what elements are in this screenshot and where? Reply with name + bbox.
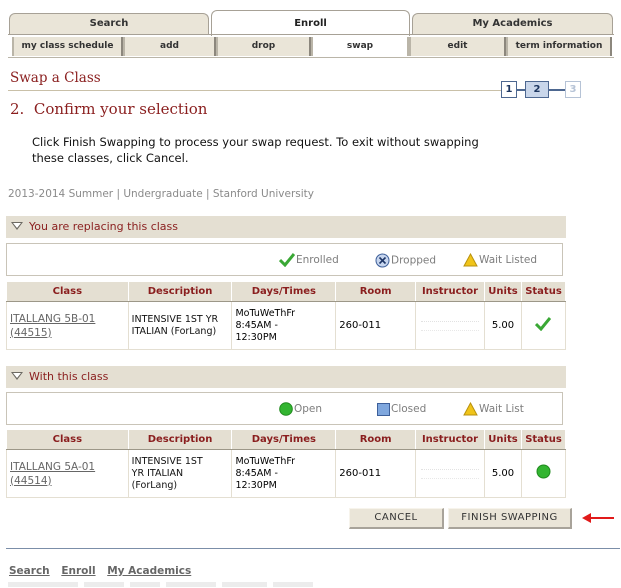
subtab-term-information[interactable]: term information — [506, 37, 612, 56]
description-cell: INTENSIVE 1ST YR ITALIAN (ForLang) — [127, 449, 233, 498]
checkmark-icon — [279, 253, 295, 267]
class-link-itallang-5a[interactable]: ITALLANG 5A-01 (44514) — [10, 461, 95, 487]
units-cell: 5.00 — [484, 449, 522, 498]
closed-square-icon — [377, 402, 390, 416]
subtab-divider — [8, 57, 614, 58]
collapse-triangle-icon[interactable] — [11, 372, 23, 380]
main-tab-bar: Search Enroll My Academics — [8, 10, 614, 36]
footer-link-search[interactable]: Search — [9, 565, 50, 577]
footer-nav: Search Enroll My Academics — [9, 565, 199, 577]
instructor-cell — [415, 449, 486, 498]
replacing-section-title: You are replacing this class — [29, 220, 178, 233]
col-header-room: Room — [335, 429, 417, 450]
wait-listed-triangle-icon — [463, 253, 478, 267]
step-title: 2. Confirm your selection — [10, 100, 208, 118]
enrolled-checkmark-icon — [535, 316, 552, 331]
subtab-my-class-schedule[interactable]: my class schedule — [12, 37, 123, 56]
step-3: 3 — [565, 81, 581, 98]
with-class-table: Class Description Days/Times Room Instru… — [6, 429, 567, 498]
table-row: ITALLANG 5B-01 (44515) INTENSIVE 1ST YR I… — [6, 301, 567, 350]
subtab-drop[interactable]: drop — [216, 37, 311, 56]
enrollment-status-legend: Enrolled Dropped Wait Listed — [6, 243, 563, 276]
class-cell: ITALLANG 5A-01 (44514) — [6, 449, 129, 498]
footer-rule — [6, 548, 620, 549]
legend-dropped: Dropped — [375, 253, 436, 269]
page-title: Swap a Class — [10, 70, 101, 86]
title-rule — [8, 90, 501, 91]
step-indicator: 1 2 3 — [501, 81, 581, 99]
red-arrow-icon — [582, 513, 614, 523]
tab-enroll[interactable]: Enroll — [211, 10, 410, 36]
tab-search[interactable]: Search — [9, 13, 209, 35]
col-header-status: Status — [520, 429, 567, 450]
col-header-units: Units — [484, 281, 522, 302]
col-header-instructor: Instructor — [415, 281, 486, 302]
step-1: 1 — [501, 81, 517, 98]
with-class-section-title: With this class — [29, 370, 109, 383]
col-header-class: Class — [6, 281, 129, 302]
instructions-text: Click Finish Swapping to process your sw… — [32, 135, 479, 165]
subtab-add[interactable]: add — [123, 37, 216, 56]
col-header-instructor: Instructor — [415, 429, 486, 450]
class-link-itallang-5b[interactable]: ITALLANG 5B-01 (44515) — [10, 313, 95, 339]
col-header-description: Description — [127, 429, 233, 450]
footer-link-my-academics[interactable]: My Academics — [107, 565, 191, 577]
open-circle-icon — [279, 402, 293, 416]
instructor-cell — [415, 301, 486, 350]
legend-open: Open — [279, 402, 322, 418]
dropped-x-icon — [375, 253, 390, 268]
footer-faded-links — [8, 582, 338, 588]
legend-enrolled: Enrolled — [279, 253, 339, 269]
table-row: ITALLANG 5A-01 (44514) INTENSIVE 1ST YR IT… — [6, 449, 567, 498]
status-cell — [520, 301, 567, 350]
col-header-units: Units — [484, 429, 522, 450]
units-cell: 5.00 — [484, 301, 522, 350]
days-times-cell: MoTuWeThFr 8:45AM -12:30PM — [231, 449, 337, 498]
tab-my-academics[interactable]: My Academics — [412, 13, 613, 35]
class-cell: ITALLANG 5B-01 (44515) — [6, 301, 129, 350]
col-header-room: Room — [335, 281, 417, 302]
room-cell: 260-011 — [335, 449, 417, 498]
footer-link-enroll[interactable]: Enroll — [61, 565, 95, 577]
subtab-edit[interactable]: edit — [409, 37, 506, 56]
col-header-class: Class — [6, 429, 129, 450]
days-times-cell: MoTuWeThFr 8:45AM -12:30PM — [231, 301, 337, 350]
replacing-section-header[interactable]: You are replacing this class — [6, 216, 566, 238]
legend-closed: Closed — [377, 402, 426, 418]
with-class-section-header[interactable]: With this class — [6, 366, 566, 388]
description-cell: INTENSIVE 1ST YR ITALIAN (ForLang) — [127, 301, 233, 350]
tab-divider — [8, 34, 614, 35]
col-header-days-times: Days/Times — [231, 281, 337, 302]
col-header-days-times: Days/Times — [231, 429, 337, 450]
legend-wait-listed: Wait Listed — [463, 253, 537, 269]
col-header-description: Description — [127, 281, 233, 302]
legend-wait-list: Wait List — [463, 402, 524, 418]
room-cell: 260-011 — [335, 301, 417, 350]
step-2-current: 2 — [525, 81, 549, 98]
status-cell — [520, 449, 567, 498]
cancel-button[interactable]: CANCEL — [349, 508, 444, 529]
collapse-triangle-icon[interactable] — [11, 222, 23, 230]
sub-tab-bar: my class schedule add drop swap edit ter… — [8, 37, 614, 57]
col-header-status: Status — [520, 281, 567, 302]
replacing-class-table: Class Description Days/Times Room Instru… — [6, 281, 567, 350]
subtab-swap[interactable]: swap — [311, 37, 409, 56]
class-availability-legend: Open Closed Wait List — [6, 392, 563, 425]
wait-list-triangle-icon — [463, 402, 478, 416]
open-circle-icon — [536, 464, 551, 479]
finish-swapping-button[interactable]: FINISH SWAPPING — [448, 508, 572, 529]
term-info: 2013-2014 Summer | Undergraduate | Stanf… — [8, 188, 314, 200]
